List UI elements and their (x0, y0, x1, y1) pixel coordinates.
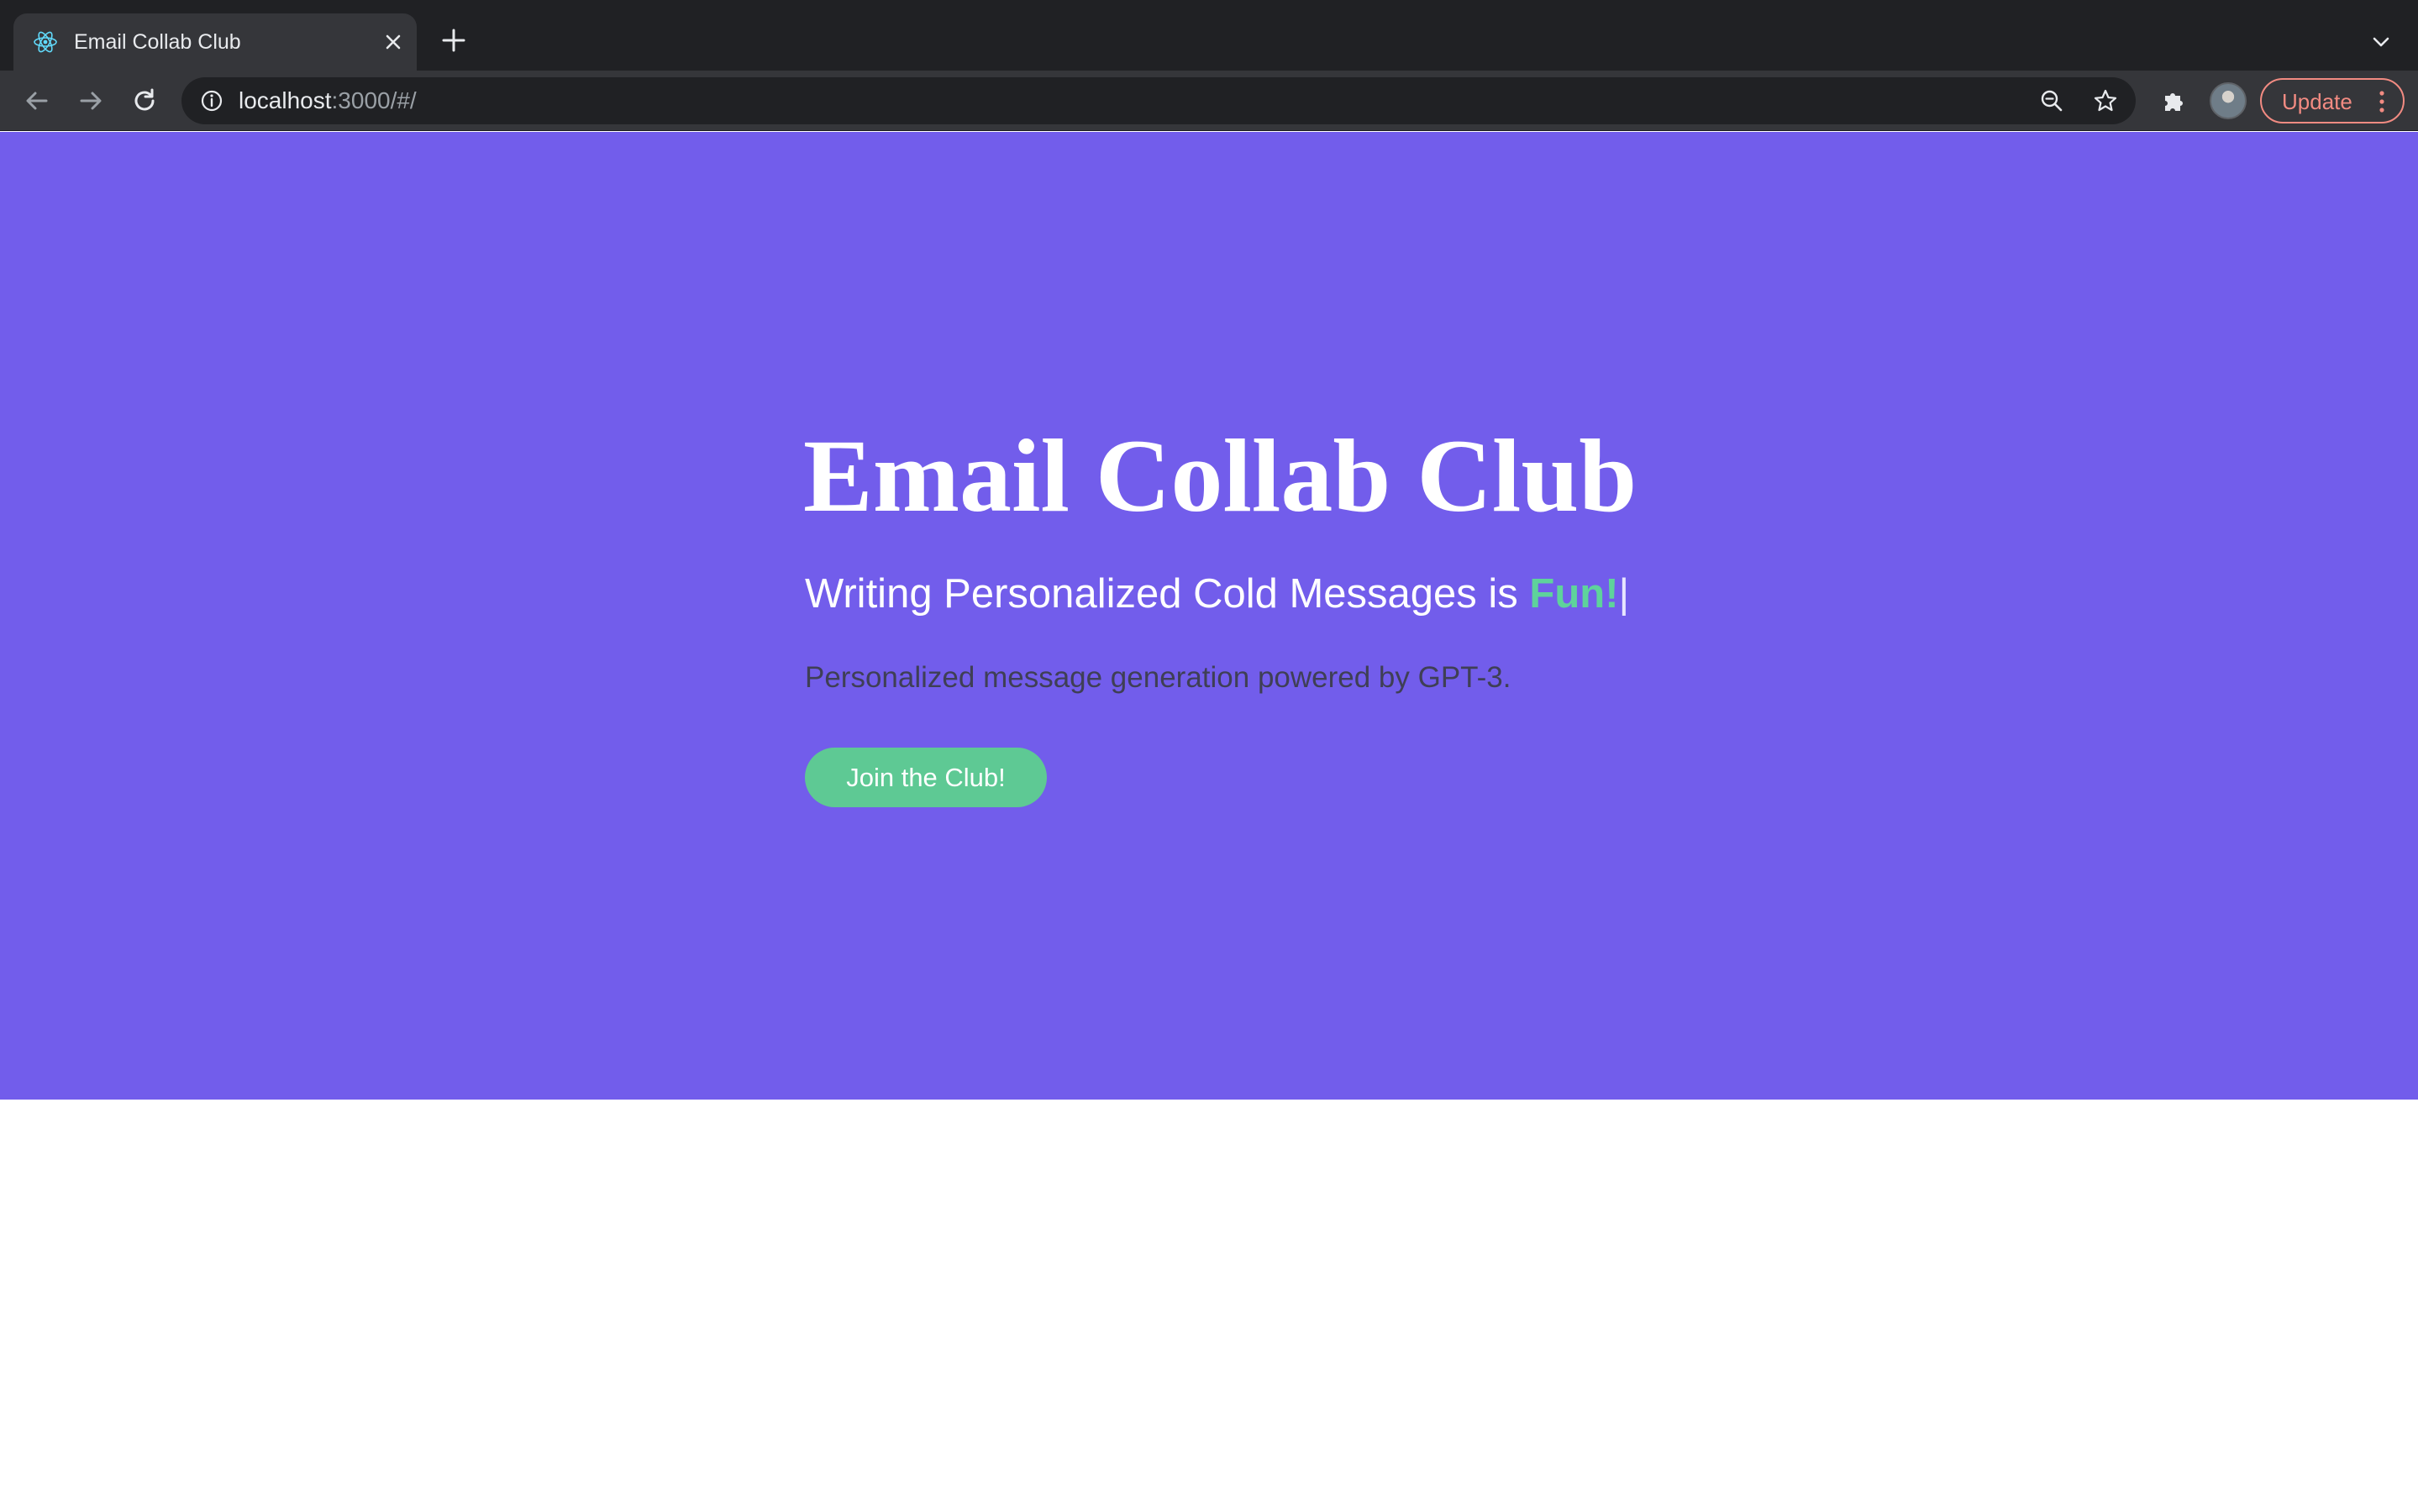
forward-arrow-icon[interactable] (76, 86, 106, 116)
react-atom-icon (34, 31, 57, 53)
zoom-out-icon[interactable] (2038, 87, 2065, 114)
subtitle-text: Writing Personalized Cold Messages is (805, 571, 1530, 617)
update-label: Update (2282, 89, 2352, 114)
page-title: Email Collab Club (803, 418, 1637, 533)
tab-title: Email Collab Club (74, 30, 241, 54)
url-path: :3000/#/ (331, 87, 417, 113)
hero-section: Email Collab Club Writing Personalized C… (0, 132, 2418, 1100)
star-bookmark-icon[interactable] (2092, 87, 2119, 114)
typing-cursor: | (1618, 571, 1630, 617)
browser-tab-bar: Email Collab Club (0, 0, 2418, 71)
hero-subtitle: Writing Personalized Cold Messages is Fu… (805, 569, 1629, 619)
browser-toolbar: localhost:3000/#/ (0, 71, 2418, 131)
close-icon[interactable] (380, 29, 407, 55)
url-text[interactable]: localhost:3000/#/ (239, 88, 417, 113)
subtitle-highlight: Fun! (1529, 571, 1619, 617)
join-club-button[interactable]: Join the Club! (805, 748, 1047, 807)
profile-avatar[interactable] (2210, 82, 2247, 119)
hero-description: Personalized message generation powered … (805, 661, 1511, 694)
new-tab-plus-icon[interactable] (439, 25, 469, 55)
extensions-puzzle-icon[interactable] (2159, 86, 2189, 116)
update-button[interactable]: Update (2260, 78, 2405, 123)
more-vertical-icon[interactable] (2378, 90, 2386, 113)
info-icon[interactable] (198, 87, 225, 114)
url-host: localhost (239, 87, 332, 113)
browser-tab[interactable]: Email Collab Club (13, 13, 417, 71)
page-blank-area (0, 1100, 2418, 1512)
chevron-down-icon[interactable] (2368, 29, 2394, 55)
reload-icon[interactable] (129, 86, 160, 116)
address-bar[interactable]: localhost:3000/#/ (181, 77, 2136, 124)
back-arrow-icon[interactable] (22, 86, 52, 116)
